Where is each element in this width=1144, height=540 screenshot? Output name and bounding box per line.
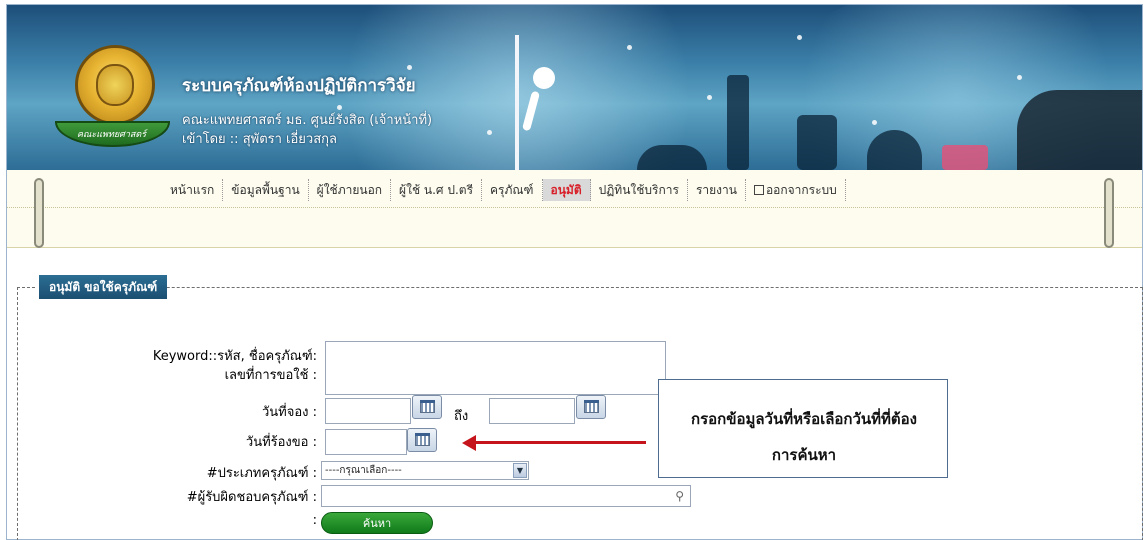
equipment-type-select[interactable]: ----กรุณาเลือก---- ▼ — [321, 461, 529, 480]
search-colon: : — [312, 513, 317, 528]
calendar-icon — [584, 400, 599, 403]
owner-label: #ผู้รับผิดชอบครุภัณฑ์ : — [186, 490, 317, 505]
nav-undergrad-users[interactable]: ผู้ใช้ น.ศ ป.ตรี — [391, 179, 483, 201]
decor-pole — [515, 35, 519, 170]
nav-equipment[interactable]: ครุภัณฑ์ — [482, 179, 543, 201]
keyword-input[interactable] — [325, 341, 666, 395]
panel-legend: อนุมัติ ขอใช้ครุภัณฑ์ — [35, 275, 168, 299]
request-date-calendar-button[interactable] — [407, 428, 437, 452]
logout-icon — [753, 185, 764, 195]
calendar-icon — [420, 400, 435, 403]
nav-calendar[interactable]: ปฏิทินใช้บริการ — [591, 179, 688, 201]
logged-in-user: เข้าโดย :: สุพัตรา เอี่ยวสกุล — [182, 132, 337, 147]
logo-text: คณะแพทยศาสตร์ — [77, 130, 147, 140]
callout-arrow — [468, 441, 646, 444]
sub-nav-band — [7, 208, 1142, 248]
equipment-type-selected: ----กรุณาเลือก---- — [325, 465, 402, 476]
nav-logout[interactable]: ออกจากระบบ — [746, 179, 846, 201]
request-date-input[interactable] — [325, 429, 407, 455]
to-label: ถึง — [454, 409, 469, 424]
site-title: ระบบครุภัณฑ์ห้องปฏิบัติการวิจัย — [182, 76, 416, 96]
nav-external-users[interactable]: ผู้ใช้ภายนอก — [309, 179, 392, 201]
dropdown-arrow-icon[interactable]: ▼ — [513, 463, 527, 478]
right-binder-ring — [1104, 178, 1114, 248]
equipment-type-label: #ประเภทครุภัณฑ์ : — [206, 466, 317, 481]
owner-input[interactable]: ⚲ — [321, 485, 691, 507]
nav-basic-data[interactable]: ข้อมูลพื้นฐาน — [223, 179, 309, 201]
calendar-icon — [415, 433, 430, 436]
search-button[interactable]: ค้นหา — [321, 512, 433, 534]
booking-date-label: วันที่จอง : — [261, 405, 317, 420]
request-number-label: เลขที่การขอใช้ : — [224, 368, 317, 383]
decor-figure-icon — [533, 67, 555, 89]
callout-line-1: กรอกข้อมูลวันที่หรือเลือกวันที่ที่ต้อง — [690, 410, 918, 428]
nav-reports[interactable]: รายงาน — [688, 179, 746, 201]
site-subtitle: คณะแพทยศาสตร์ มธ. ศูนย์รังสิต (เจ้าหน้าท… — [182, 113, 433, 128]
left-binder-ring — [34, 178, 44, 248]
booking-from-calendar-button[interactable] — [412, 395, 442, 419]
hint-callout: กรอกข้อมูลวันที่หรือเลือกวันที่ที่ต้อง ก… — [658, 379, 948, 478]
callout-arrow-head — [462, 435, 476, 451]
nav-logout-label: ออกจากระบบ — [765, 183, 837, 197]
search-icon[interactable]: ⚲ — [675, 489, 684, 503]
university-logo: คณะแพทยศาสตร์ — [55, 45, 170, 155]
nav-approve[interactable]: อนุมัติ — [542, 179, 591, 201]
callout-line-2: การค้นหา — [771, 446, 837, 464]
header-banner: คณะแพทยศาสตร์ ระบบครุภัณฑ์ห้องปฏิบัติการ… — [7, 5, 1142, 170]
keyword-label: Keyword::รหัส, ชื่อครุภัณฑ์: — [152, 349, 317, 364]
decor-flask — [637, 145, 707, 170]
request-date-label: วันที่ร้องขอ : — [245, 435, 317, 450]
booking-to-calendar-button[interactable] — [576, 395, 606, 419]
nav-home[interactable]: หน้าแรก — [162, 179, 224, 201]
booking-date-to-input[interactable] — [489, 398, 575, 424]
main-nav: หน้าแรก ข้อมูลพื้นฐาน ผู้ใช้ภายนอก ผู้ใช… — [7, 170, 1142, 208]
app-frame: คณะแพทยศาสตร์ ระบบครุภัณฑ์ห้องปฏิบัติการ… — [6, 4, 1143, 540]
booking-date-from-input[interactable] — [325, 398, 411, 424]
